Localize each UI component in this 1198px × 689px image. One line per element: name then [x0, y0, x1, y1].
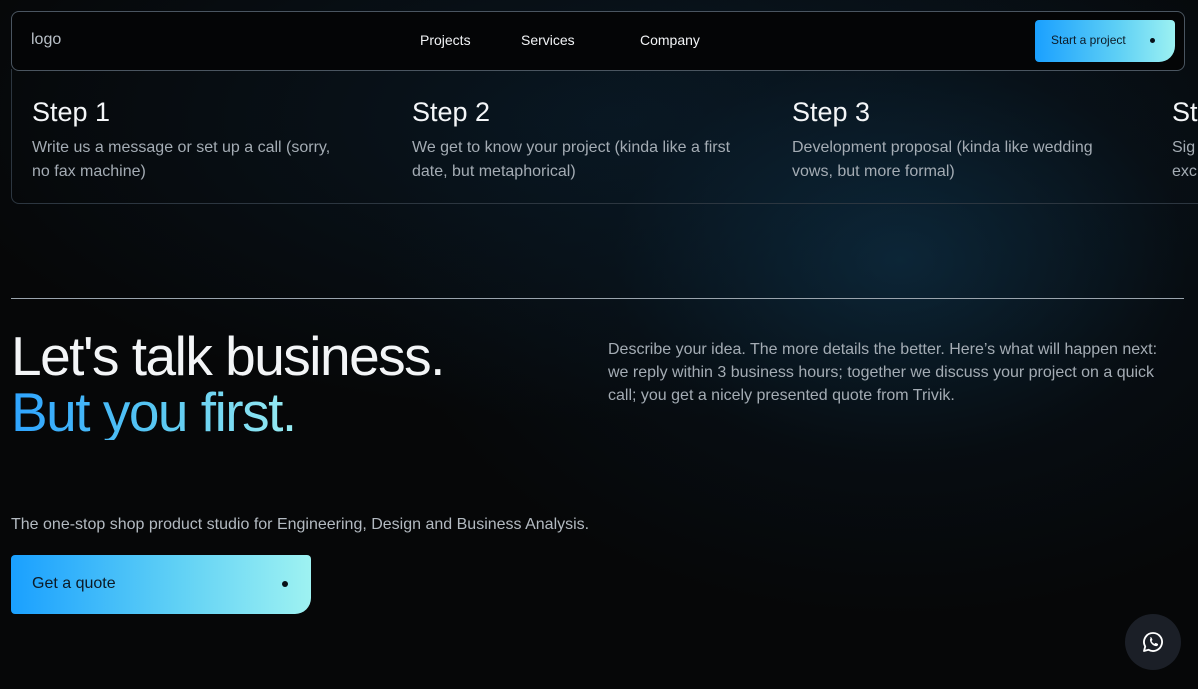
get-quote-button[interactable]: Get a quote [11, 555, 311, 614]
page: logo Projects Services Company Start a p… [0, 0, 1198, 689]
step-item: Step 2 We get to know your project (kind… [412, 96, 732, 184]
steps-panel: Step 1 Write us a message or set up a ca… [11, 69, 1198, 204]
top-navbar: logo Projects Services Company Start a p… [11, 11, 1185, 71]
intro-paragraph: Describe your idea. The more details the… [608, 341, 1158, 404]
tagline: The one-stop shop product studio for Eng… [11, 516, 590, 533]
dot-icon [1150, 38, 1155, 43]
nav-link-projects[interactable]: Projects [420, 32, 471, 48]
nav-link-services[interactable]: Services [521, 32, 575, 48]
step-title: St [1172, 97, 1198, 127]
headline-accent: But you first. [11, 381, 297, 443]
step-item: Step 1 Write us a message or set up a ca… [32, 96, 352, 184]
step-title: Step 2 [412, 97, 491, 127]
dot-icon [282, 581, 288, 587]
start-project-label: Start a project [1051, 33, 1126, 47]
step-description: Development proposal (kinda like wedding… [792, 139, 1093, 180]
headline: Let's talk business. [11, 325, 445, 387]
get-quote-label: Get a quote [32, 575, 116, 592]
step-item: St Sig exc [1172, 96, 1198, 184]
section-divider [11, 298, 1184, 299]
start-project-button[interactable]: Start a project [1035, 20, 1175, 62]
nav-link-company[interactable]: Company [640, 32, 700, 48]
whatsapp-icon [1143, 632, 1163, 652]
step-item: Step 3 Development proposal (kinda like … [792, 96, 1112, 184]
step-title: Step 1 [32, 97, 111, 127]
step-title: Step 3 [792, 97, 871, 127]
step-description: Sig exc [1172, 139, 1197, 180]
whatsapp-chat-button[interactable] [1125, 614, 1181, 670]
logo[interactable]: logo [31, 31, 61, 49]
step-description: We get to know your project (kinda like … [412, 139, 731, 180]
step-description: Write us a message or set up a call (sor… [32, 139, 331, 180]
